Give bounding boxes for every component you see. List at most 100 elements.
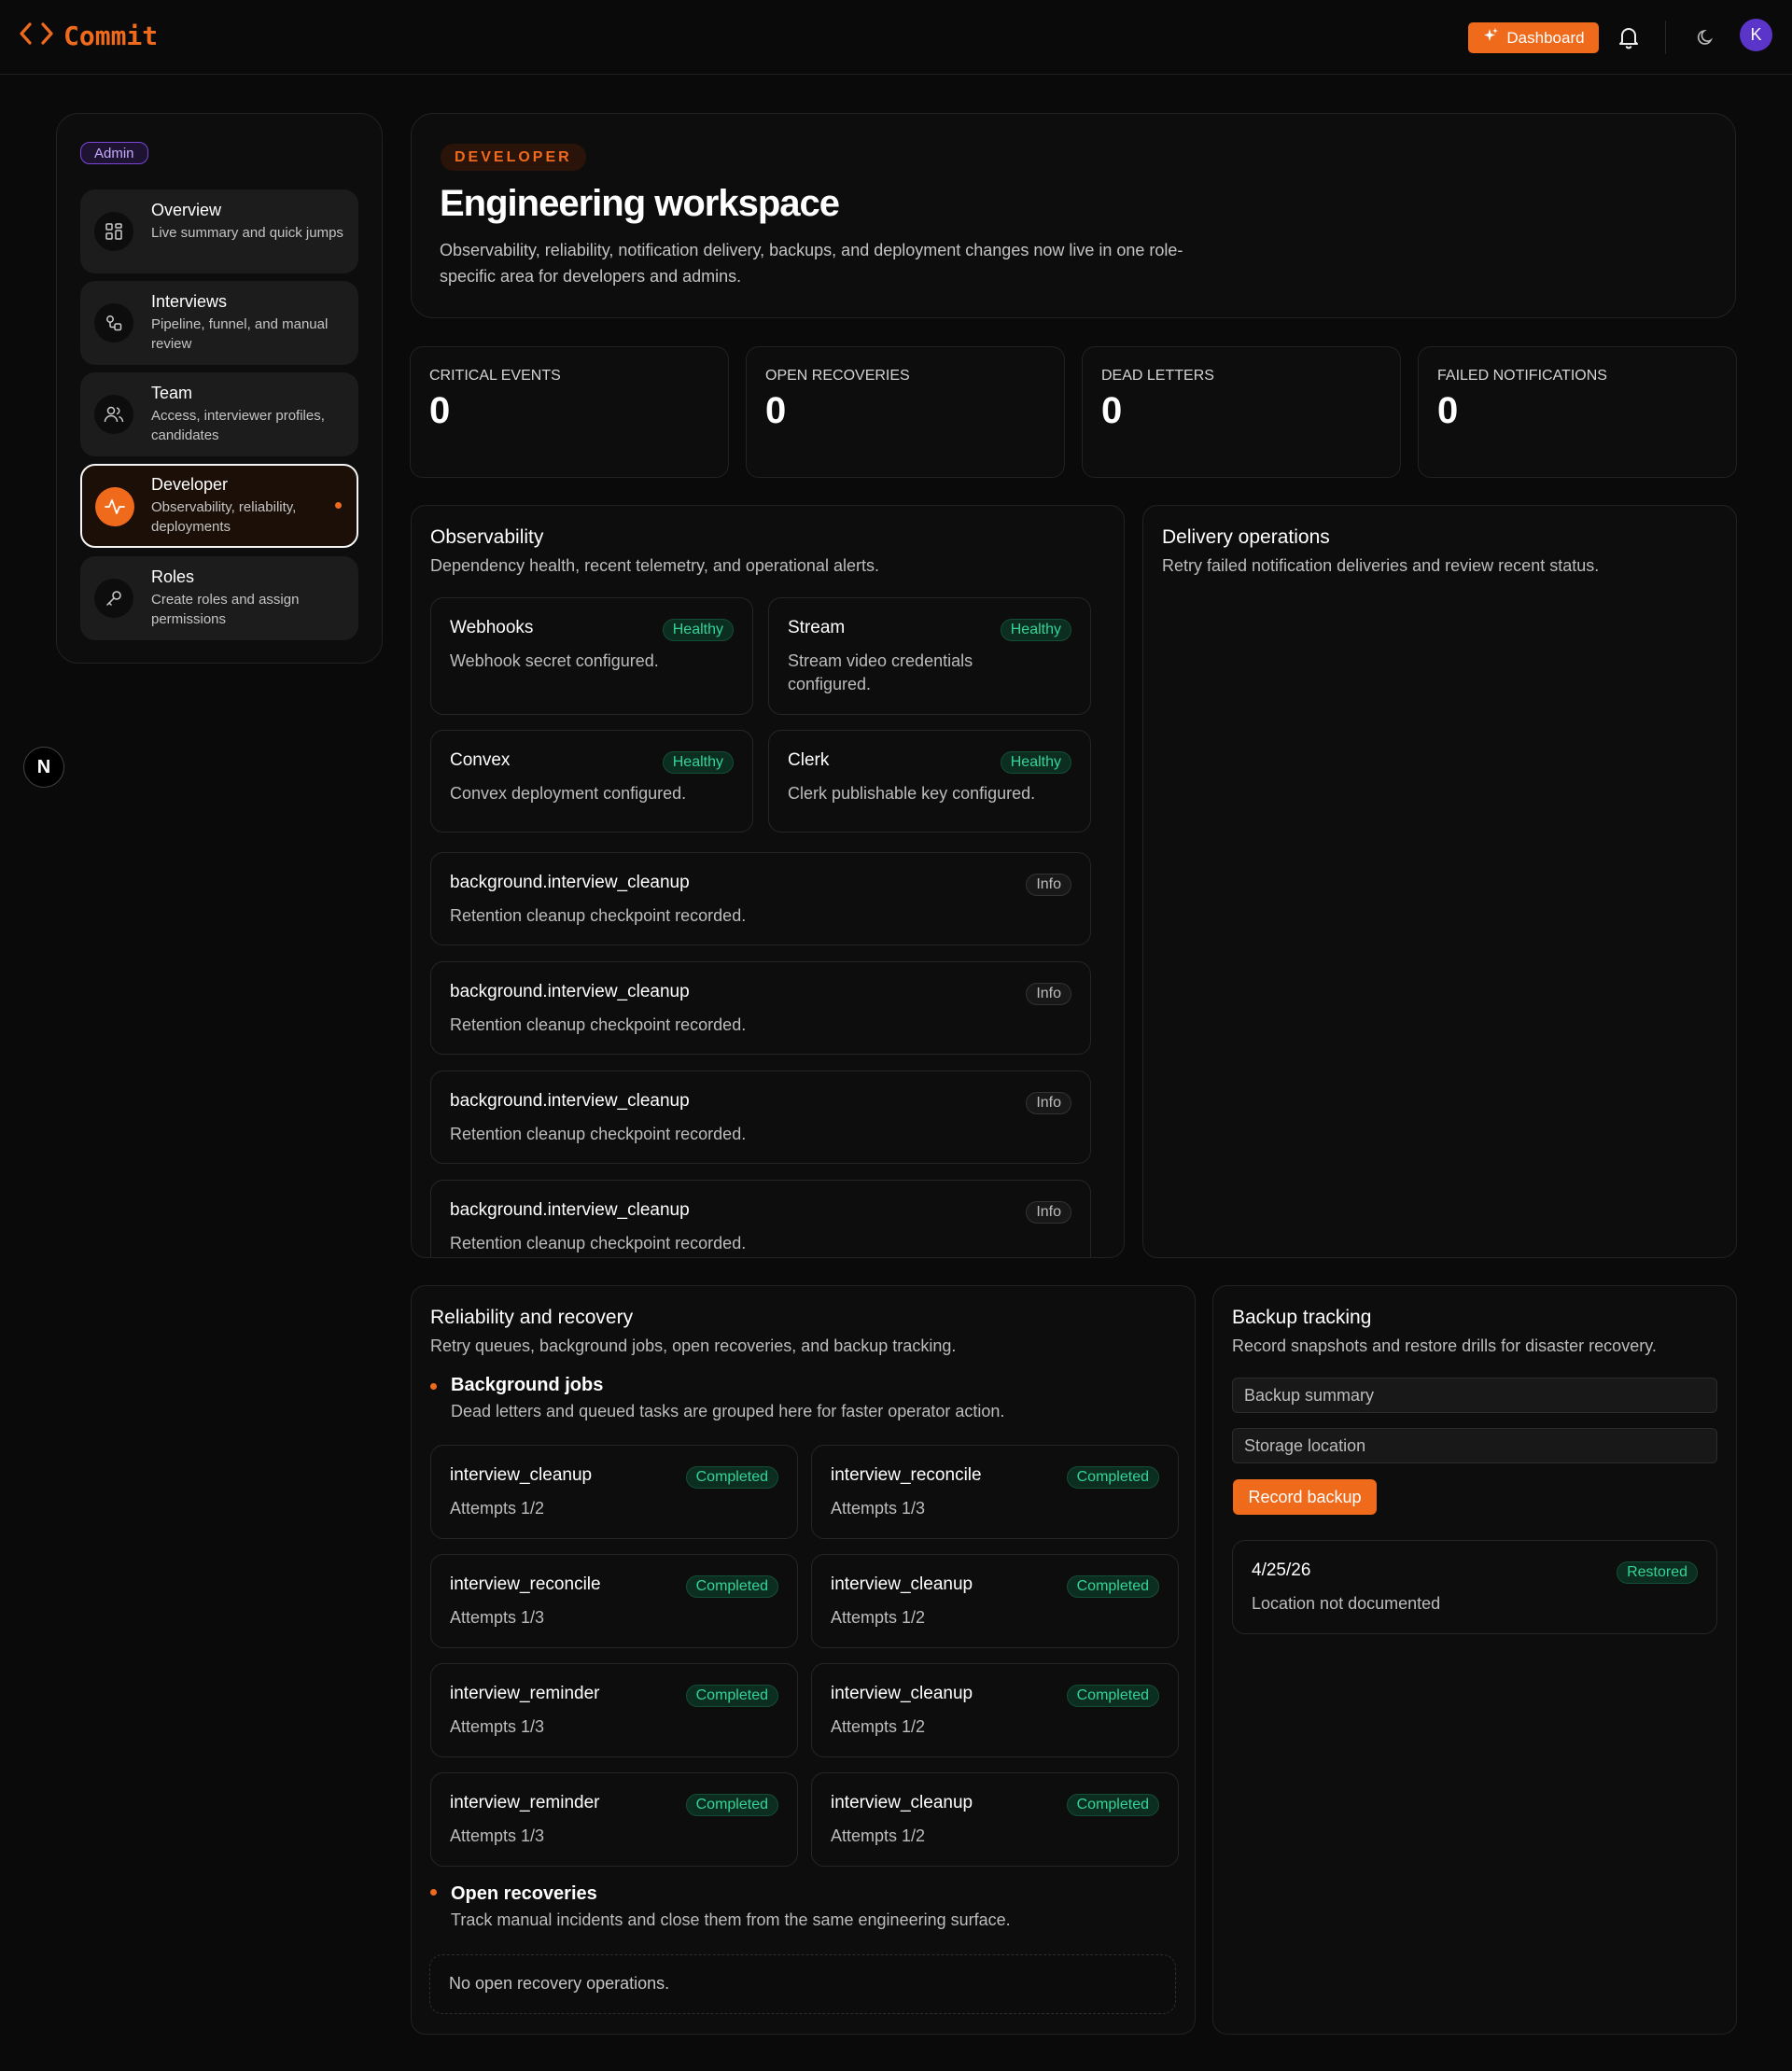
status-badge: Completed <box>1066 1466 1159 1489</box>
job-card: interview_cleanup Completed Attempts 1/2 <box>430 1445 798 1539</box>
service-name: Clerk <box>788 750 830 770</box>
role-badge: Admin <box>80 142 148 164</box>
top-bar: Commit Dashboard K <box>0 0 1792 75</box>
sidebar-item-developer[interactable]: Developer Observability, reliability, de… <box>80 464 358 548</box>
status-badge: Completed <box>685 1685 778 1707</box>
users-icon <box>94 395 133 434</box>
card-title: Backup tracking <box>1232 1307 1372 1328</box>
status-badge: Completed <box>685 1575 778 1598</box>
service-card-webhooks: Webhooks Healthy Webhook secret configur… <box>430 597 753 715</box>
status-badge: Healthy <box>1000 751 1071 774</box>
stat-value: 0 <box>1437 390 1459 431</box>
avatar[interactable]: K <box>1740 19 1772 51</box>
sidebar-item-team[interactable]: Team Access, interviewer profiles, candi… <box>80 372 358 456</box>
storage-location-field[interactable] <box>1232 1428 1717 1463</box>
job-name: interview_cleanup <box>831 1684 973 1703</box>
sidebar-item-overview[interactable]: Overview Live summary and quick jumps <box>80 189 358 273</box>
service-card-convex: Convex Healthy Convex deployment configu… <box>430 730 753 833</box>
card-subtitle: Retry queues, background jobs, open reco… <box>430 1336 957 1355</box>
card-subtitle: Record snapshots and restore drills for … <box>1232 1336 1657 1355</box>
level-badge: Info <box>1026 1201 1071 1224</box>
backup-summary-input[interactable] <box>1244 1385 1716 1406</box>
moon-icon[interactable] <box>1693 24 1719 50</box>
status-badge: Completed <box>685 1794 778 1816</box>
service-detail: Clerk publishable key configured. <box>788 784 1036 803</box>
service-name: Webhooks <box>450 618 534 637</box>
section-heading: Background jobs <box>451 1375 604 1395</box>
grid-icon <box>94 212 133 251</box>
code-brackets-icon <box>19 21 54 51</box>
section-dot <box>430 1383 437 1390</box>
section-eyebrow: DEVELOPER <box>441 144 586 171</box>
section-subtitle: Dead letters and queued tasks are groupe… <box>451 1402 1005 1420</box>
pipeline-icon <box>94 303 133 343</box>
event-detail: Retention cleanup checkpoint recorded. <box>450 1125 747 1143</box>
job-card: interview_reconcile Completed Attempts 1… <box>811 1445 1179 1539</box>
sidebar-item-desc: Live summary and quick jumps <box>151 225 343 241</box>
empty-state-text: No open recovery operations. <box>449 1974 670 1993</box>
sidebar-item-desc: Observability, reliability, deployments <box>151 499 297 535</box>
card-subtitle: Retry failed notification deliveries and… <box>1162 556 1600 575</box>
floating-n-logo[interactable]: N <box>23 747 64 788</box>
event-item: background.interview_cleanup Info Retent… <box>430 1180 1091 1257</box>
brand[interactable]: Commit <box>19 21 158 51</box>
job-card: interview_cleanup Completed Attempts 1/2 <box>811 1663 1179 1757</box>
record-backup-button[interactable]: Record backup <box>1233 1479 1377 1515</box>
job-name: interview_cleanup <box>831 1574 973 1594</box>
job-card: interview_cleanup Completed Attempts 1/2 <box>811 1554 1179 1648</box>
job-attempts: Attempts 1/2 <box>450 1499 545 1518</box>
job-card: interview_reconcile Completed Attempts 1… <box>430 1554 798 1648</box>
status-badge: Completed <box>685 1466 778 1489</box>
card-title: Delivery operations <box>1162 526 1330 548</box>
section-heading: Open recoveries <box>451 1883 597 1904</box>
job-name: interview_reminder <box>450 1684 600 1703</box>
job-attempts: Attempts 1/3 <box>450 1608 545 1627</box>
sidebar-item-label: Developer <box>151 475 229 494</box>
card-title: Observability <box>430 526 544 548</box>
sidebar-item-label: Roles <box>151 567 195 586</box>
sidebar-item-desc: Create roles and assign permissions <box>151 592 300 627</box>
job-name: interview_cleanup <box>831 1793 973 1812</box>
reliability-card: Reliability and recovery Retry queues, b… <box>411 1285 1196 2035</box>
level-badge: Info <box>1026 1092 1071 1114</box>
stat-label: OPEN RECOVERIES <box>765 368 910 384</box>
stat-value: 0 <box>765 390 787 431</box>
stat-label: DEAD LETTERS <box>1101 368 1214 384</box>
stat-value: 0 <box>429 390 451 431</box>
event-name: background.interview_cleanup <box>450 982 690 1001</box>
stat-card-critical-events: CRITICAL EVENTS 0 <box>410 346 729 478</box>
sparkle-icon <box>1482 27 1499 49</box>
job-name: interview_cleanup <box>450 1465 593 1485</box>
activity-icon <box>95 487 134 526</box>
brand-name: Commit <box>63 21 159 51</box>
status-badge: Restored <box>1617 1561 1698 1584</box>
bell-icon[interactable] <box>1614 22 1644 52</box>
recoveries-empty-state: No open recovery operations. <box>429 1954 1176 2014</box>
backup-summary-field[interactable] <box>1232 1378 1717 1413</box>
job-attempts: Attempts 1/2 <box>831 1717 926 1736</box>
status-badge: Completed <box>1066 1575 1159 1598</box>
service-card-clerk: Clerk Healthy Clerk publishable key conf… <box>768 730 1091 833</box>
job-name: interview_reminder <box>450 1793 600 1812</box>
backup-date: 4/25/26 <box>1252 1560 1311 1580</box>
stat-card-open-recoveries: OPEN RECOVERIES 0 <box>746 346 1065 478</box>
sidebar-item-label: Interviews <box>151 292 228 311</box>
stat-card-dead-letters: DEAD LETTERS 0 <box>1082 346 1401 478</box>
sidebar-item-label: Team <box>151 384 193 402</box>
status-badge: Healthy <box>1000 619 1071 641</box>
sidebar-item-roles[interactable]: Roles Create roles and assign permission… <box>80 556 358 640</box>
status-badge: Healthy <box>662 619 734 641</box>
storage-location-input[interactable] <box>1244 1435 1716 1456</box>
job-name: interview_reconcile <box>831 1465 982 1485</box>
status-badge: Healthy <box>662 751 734 774</box>
job-card: interview_cleanup Completed Attempts 1/2 <box>811 1772 1179 1867</box>
dashboard-label: Dashboard <box>1506 28 1585 47</box>
service-name: Stream <box>788 618 846 637</box>
event-item: background.interview_cleanup Info Retent… <box>430 961 1091 1055</box>
dashboard-button[interactable]: Dashboard <box>1468 22 1599 53</box>
job-attempts: Attempts 1/3 <box>450 1717 545 1736</box>
stat-card-failed-notifications: FAILED NOTIFICATIONS 0 <box>1418 346 1737 478</box>
backup-location: Location not documented <box>1252 1594 1441 1613</box>
active-indicator-dot <box>335 502 342 509</box>
sidebar-item-interviews[interactable]: Interviews Pipeline, funnel, and manual … <box>80 281 358 365</box>
